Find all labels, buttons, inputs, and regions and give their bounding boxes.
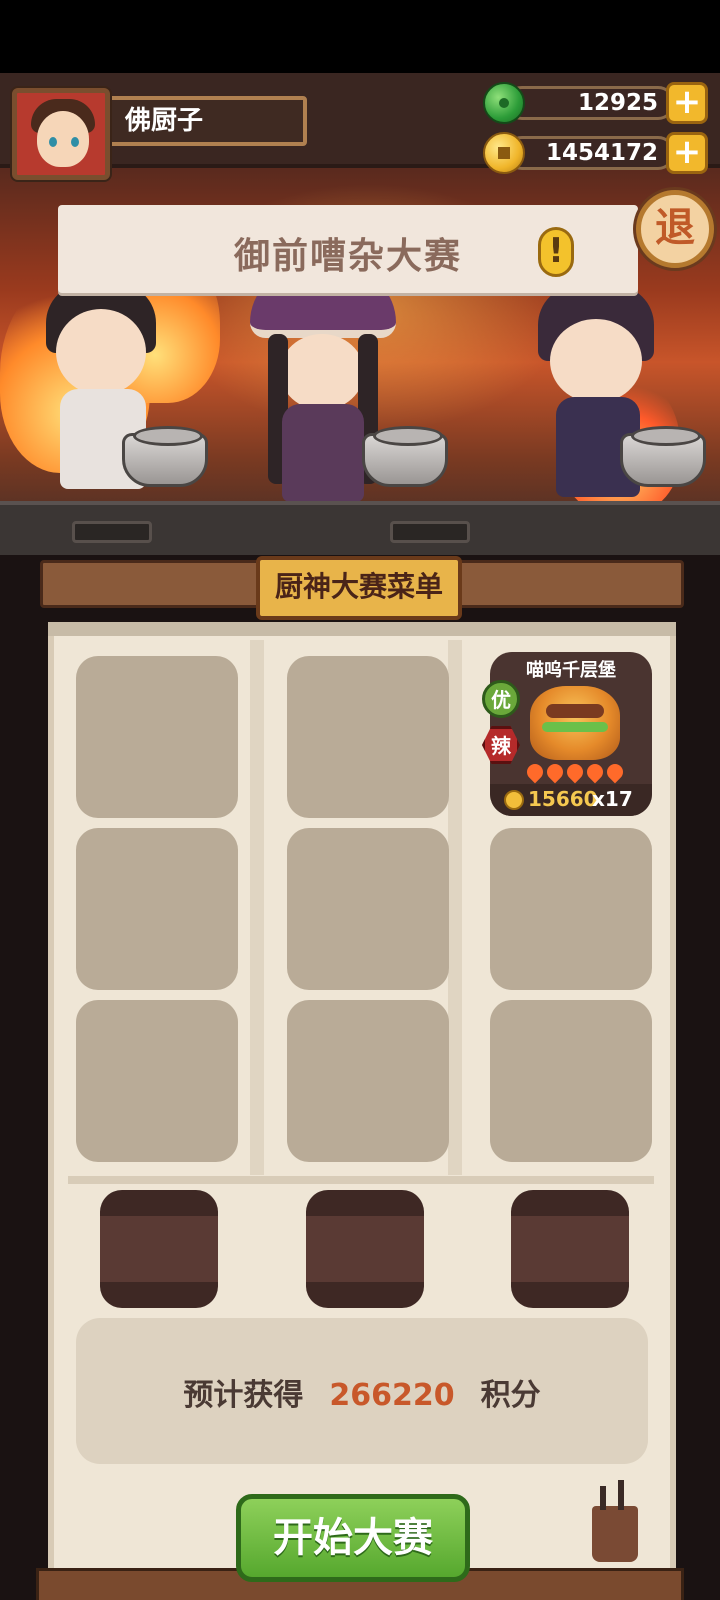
burger-dish-image	[530, 686, 620, 760]
score-line: 预计获得 266220 积分	[76, 1370, 648, 1414]
column-divider	[250, 640, 264, 1175]
chili-icon	[583, 760, 607, 784]
jade-currency: 12925 +	[483, 82, 708, 124]
dish-name: 喵呜千层堡	[526, 660, 616, 681]
chili-icon	[523, 760, 547, 784]
player-avatar[interactable]	[12, 88, 110, 180]
dish-footer: 15660 x17	[490, 784, 652, 816]
add-jade-button[interactable]: +	[666, 82, 708, 124]
quality-badge: 优	[482, 680, 520, 718]
exclamation-icon[interactable]: !	[538, 227, 574, 277]
dish-slot-empty[interactable]	[287, 828, 449, 990]
start-contest-button[interactable]: 开始大赛	[236, 1494, 470, 1582]
spice-level	[520, 760, 630, 784]
gold-currency: 1454172 +	[483, 132, 708, 174]
column-divider	[448, 640, 462, 1175]
score-estimate-box: 预计获得 266220 积分	[76, 1318, 648, 1464]
chili-icon	[563, 760, 587, 784]
score-value: 266220	[329, 1378, 455, 1413]
score-prefix: 预计获得	[183, 1378, 304, 1413]
chili-icon	[543, 760, 567, 784]
judge-seat[interactable]	[306, 1190, 424, 1308]
utensil-holder-icon	[592, 1480, 638, 1562]
player-name: 佛厨子	[107, 96, 307, 146]
chili-icon	[603, 760, 627, 784]
jade-amount: 12925	[505, 86, 675, 120]
exit-button[interactable]: 退	[636, 190, 714, 268]
floor-slot	[390, 521, 470, 543]
cooking-pot	[362, 426, 448, 487]
menu-title: 厨神大赛菜单	[256, 556, 462, 620]
dish-slot-empty[interactable]	[490, 828, 652, 990]
gold-amount: 1454172	[505, 136, 675, 170]
add-gold-button[interactable]: +	[666, 132, 708, 174]
score-suffix: 积分	[480, 1378, 541, 1413]
row-divider	[68, 1176, 654, 1184]
cooking-pot	[620, 426, 706, 487]
event-banner: 御前嘈杂大赛 !	[58, 205, 638, 293]
jade-icon	[483, 82, 525, 124]
dish-count: x17	[592, 787, 633, 811]
coin-icon	[504, 790, 524, 810]
dish-slot-empty[interactable]	[76, 656, 238, 818]
menu-paper-edge	[48, 622, 676, 636]
dish-slot-empty[interactable]	[76, 1000, 238, 1162]
dish-slot-empty[interactable]	[287, 1000, 449, 1162]
dish-gold: 15660	[528, 787, 598, 811]
judge-seat[interactable]	[511, 1190, 629, 1308]
coin-icon	[483, 132, 525, 174]
cooking-pot	[122, 426, 208, 487]
dish-slot-empty[interactable]	[287, 656, 449, 818]
floor-slot	[72, 521, 152, 543]
dish-slot-empty[interactable]	[76, 828, 238, 990]
status-bar-area	[0, 0, 720, 73]
judge-seat[interactable]	[100, 1190, 218, 1308]
dish-slot-empty[interactable]	[490, 1000, 652, 1162]
player-card: 佛厨子	[12, 88, 307, 180]
